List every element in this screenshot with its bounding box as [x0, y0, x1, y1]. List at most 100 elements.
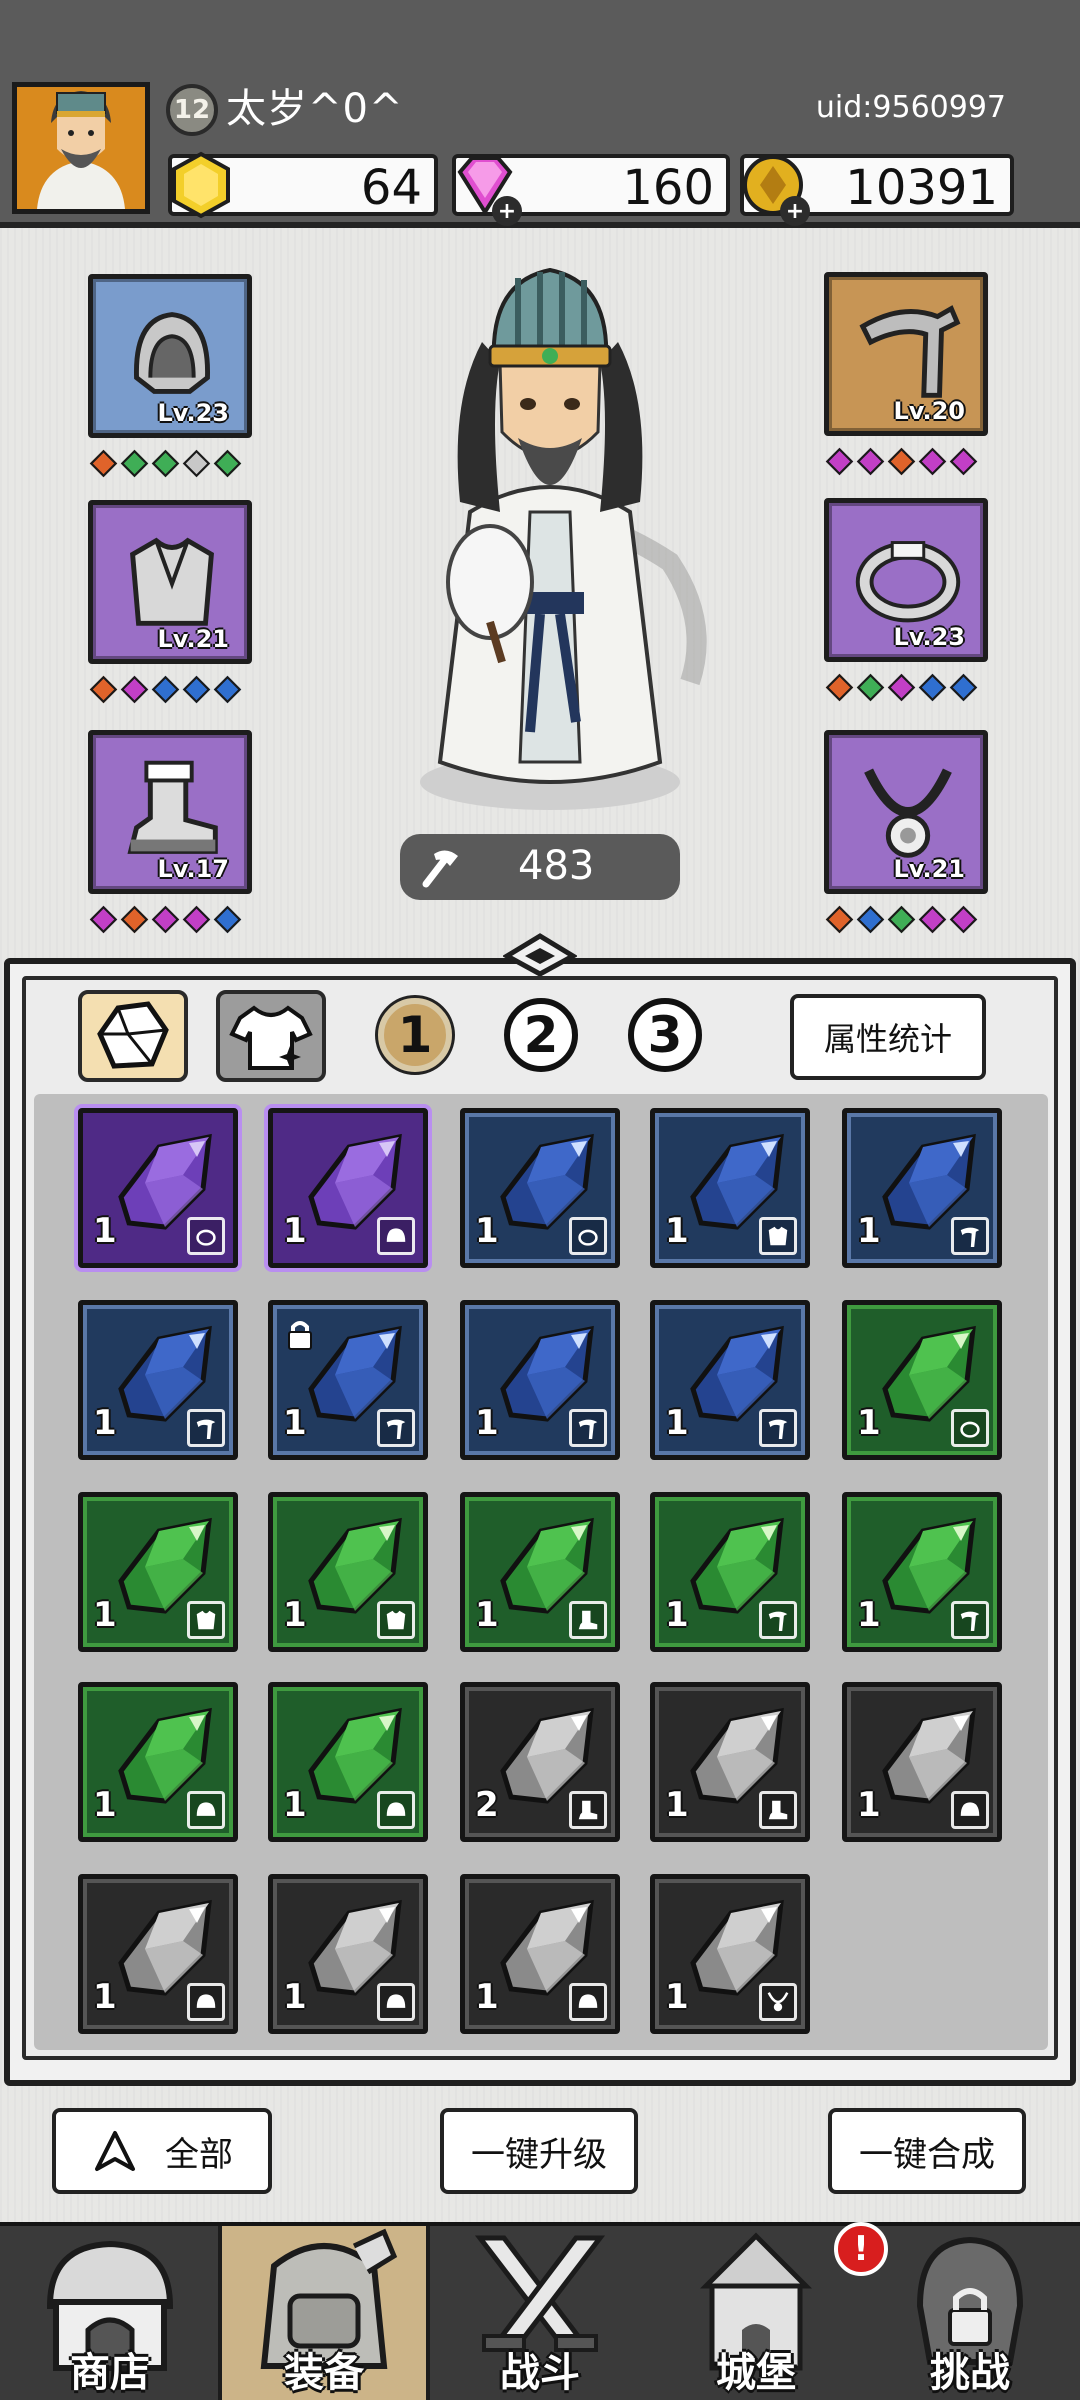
- inventory-gem-cell[interactable]: 1: [268, 1682, 428, 1842]
- item-count: 1: [93, 1595, 117, 1635]
- inventory-gem-cell[interactable]: 1: [78, 1108, 238, 1268]
- item-count: 1: [475, 1211, 499, 1251]
- equip-slot-ring[interactable]: Lv.23: [824, 498, 988, 662]
- inventory-gem-cell[interactable]: 1: [268, 1108, 428, 1268]
- socket-gems: [825, 673, 978, 704]
- socket-gem-icon: [89, 905, 118, 934]
- weapon-icon: [187, 1409, 225, 1447]
- item-count: 1: [857, 1785, 881, 1825]
- inventory-gem-cell[interactable]: 1: [650, 1300, 810, 1460]
- equip-slot-weapon[interactable]: Lv.20: [824, 272, 988, 436]
- equip-slot-helmet[interactable]: Lv.23: [88, 274, 252, 438]
- page-tab-2[interactable]: 2: [504, 998, 578, 1072]
- upgrade-all-button[interactable]: 一键升级: [440, 2108, 638, 2194]
- weapon-icon: [759, 1409, 797, 1447]
- item-count: 1: [665, 1211, 689, 1251]
- boots-icon: [759, 1791, 797, 1829]
- nav-equipment[interactable]: 装备: [220, 2226, 428, 2400]
- item-count: 1: [283, 1211, 307, 1251]
- gold-resource[interactable]: 64: [168, 151, 438, 219]
- socket-gem-icon: [949, 905, 978, 934]
- equip-slot-boots[interactable]: Lv.17: [88, 730, 252, 894]
- inventory-gem-cell[interactable]: 1: [268, 1492, 428, 1652]
- socket-gem-icon: [151, 675, 180, 704]
- socket-gem-icon: [182, 905, 211, 934]
- boots-icon: [569, 1601, 607, 1639]
- equip-slot-necklace[interactable]: Lv.21: [824, 730, 988, 894]
- triangle-filter-icon: [95, 2131, 135, 2171]
- socket-gem-icon: [856, 673, 885, 702]
- ring-icon: [187, 1217, 225, 1255]
- inventory-gem-cell[interactable]: 1: [460, 1874, 620, 2034]
- item-count: 2: [475, 1785, 499, 1825]
- inventory-gem-cell[interactable]: 1: [460, 1300, 620, 1460]
- page-tab-3[interactable]: 3: [628, 998, 702, 1072]
- equip-slot-armor[interactable]: Lv.21: [88, 500, 252, 664]
- helmet-icon: [377, 1983, 415, 2021]
- inventory-gem-cell[interactable]: 1: [78, 1682, 238, 1842]
- boots-icon: [569, 1791, 607, 1829]
- inventory-gem-cell[interactable]: 1: [78, 1874, 238, 2034]
- inventory-gem-cell[interactable]: 1: [650, 1874, 810, 2034]
- helmet-icon: [187, 1983, 225, 2021]
- nav-castle[interactable]: 城堡: [652, 2226, 860, 2400]
- player-level-badge: 12: [166, 84, 218, 136]
- item-count: 1: [283, 1977, 307, 2017]
- inventory-gem-cell[interactable]: 1: [650, 1492, 810, 1652]
- armor-icon: [759, 1217, 797, 1255]
- inventory-gem-cell[interactable]: 1: [842, 1108, 1002, 1268]
- coin-resource[interactable]: + 10391: [740, 154, 1014, 226]
- item-count: 1: [283, 1785, 307, 1825]
- item-count: 1: [857, 1403, 881, 1443]
- socket-gem-icon: [887, 905, 916, 934]
- inventory-gem-cell[interactable]: 1: [842, 1300, 1002, 1460]
- nav-challenge[interactable]: 挑战: [866, 2226, 1074, 2400]
- diamond-resource[interactable]: + 160: [452, 154, 730, 226]
- inventory-gem-cell[interactable]: 1: [268, 1874, 428, 2034]
- inventory-gem-cell[interactable]: 1: [650, 1108, 810, 1268]
- player-avatar[interactable]: [12, 82, 150, 214]
- inventory-gem-cell[interactable]: 2: [460, 1682, 620, 1842]
- inventory-gem-cell[interactable]: 1: [460, 1492, 620, 1652]
- inventory-gem-cell[interactable]: 1: [460, 1108, 620, 1268]
- merge-all-button[interactable]: 一键合成: [828, 2108, 1026, 2194]
- inventory-gem-cell[interactable]: 1: [650, 1682, 810, 1842]
- socket-gem-icon: [213, 449, 242, 478]
- filter-all-button[interactable]: 全部: [52, 2108, 272, 2194]
- add-coin-icon[interactable]: +: [780, 196, 810, 226]
- armor-icon: [377, 1601, 415, 1639]
- weapon-icon: [569, 1409, 607, 1447]
- equip-level: Lv.23: [893, 623, 966, 651]
- add-diamond-icon[interactable]: +: [492, 196, 522, 226]
- nav-challenge-label: 挑战: [930, 2350, 1010, 2396]
- user-id: uid:9560997: [815, 90, 1006, 125]
- inventory-gem-cell[interactable]: 1: [268, 1300, 428, 1460]
- attribute-stats-button[interactable]: 属性统计: [790, 994, 986, 1080]
- inventory-gem-cell[interactable]: 1: [842, 1682, 1002, 1842]
- socket-gem-icon: [918, 447, 947, 476]
- socket-gem-icon: [949, 447, 978, 476]
- equipment-tab[interactable]: [216, 990, 326, 1082]
- socket-gem-icon: [918, 905, 947, 934]
- hero-character[interactable]: [390, 262, 710, 822]
- ring-icon: [569, 1217, 607, 1255]
- inventory-gem-cell[interactable]: 1: [78, 1300, 238, 1460]
- panel-ornament-icon: [503, 933, 577, 977]
- socket-gem-icon: [151, 905, 180, 934]
- page-tab-1[interactable]: 1: [378, 998, 452, 1072]
- inventory-gem-cell[interactable]: 1: [842, 1492, 1002, 1652]
- nav-battle[interactable]: 战斗: [436, 2226, 644, 2400]
- helmet-icon: [187, 1791, 225, 1829]
- socket-gems: [89, 449, 242, 480]
- socket-gem-icon: [120, 675, 149, 704]
- item-count: 1: [93, 1211, 117, 1251]
- nav-shop[interactable]: 商店: [6, 2226, 214, 2400]
- combat-power-display[interactable]: 483: [400, 834, 680, 900]
- inventory-gem-cell[interactable]: 1: [78, 1492, 238, 1652]
- page-tab-3-label: 3: [647, 1006, 683, 1064]
- gem-tab[interactable]: [78, 990, 188, 1082]
- socket-gem-icon: [887, 447, 916, 476]
- weapon-icon: [951, 1217, 989, 1255]
- socket-gem-icon: [887, 673, 916, 702]
- socket-gem-icon: [182, 675, 211, 704]
